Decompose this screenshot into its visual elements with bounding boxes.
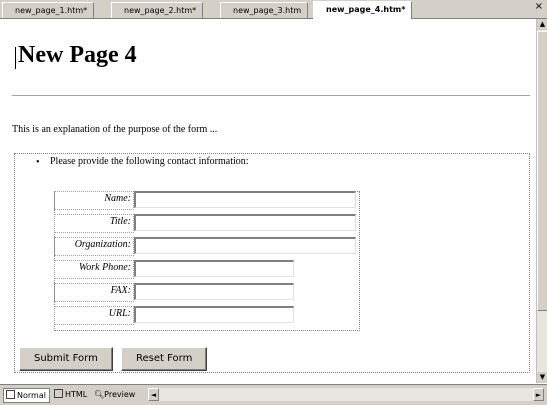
magnifier-icon: 🔍︎ — [94, 390, 105, 399]
url-input[interactable] — [134, 306, 294, 323]
scroll-thumb[interactable] — [537, 31, 547, 311]
view-tab-preview[interactable]: 🔍︎Preview — [92, 388, 138, 401]
html-view-icon — [54, 389, 63, 398]
field-row-work-phone: Work Phone: — [54, 260, 358, 279]
field-row-url: URL: — [54, 306, 358, 325]
field-label-work-phone: Work Phone: — [78, 262, 131, 273]
form-prompt: Please provide the following contact inf… — [50, 156, 249, 167]
tab-new-page-2[interactable]: new_page_2.htm* — [111, 2, 204, 18]
form-explanation-text: This is an explanation of the purpose of… — [12, 124, 218, 135]
field-label-title: Title: — [109, 216, 131, 227]
scroll-right-icon[interactable]: ► — [533, 388, 544, 401]
field-label-name: Name: — [104, 193, 131, 204]
document-tab-strip: new_page_1.htm* new_page_2.htm* new_page… — [0, 0, 547, 20]
horizontal-scrollbar[interactable]: ◄ ► — [148, 388, 544, 401]
page-title: New Page 4 — [18, 42, 137, 68]
tab-new-page-4[interactable]: new_page_4.htm* — [313, 1, 413, 20]
tab-new-page-1[interactable]: new_page_1.htm* — [2, 2, 95, 18]
view-tab-normal[interactable]: Normal — [3, 388, 50, 403]
reset-form-button[interactable]: Reset Form — [121, 347, 208, 371]
field-row-title: Title: — [54, 214, 358, 233]
normal-view-icon — [6, 390, 15, 399]
tab-label: new_page_4.htm* — [326, 5, 406, 14]
horizontal-rule — [12, 95, 530, 97]
field-row-fax: FAX: — [54, 283, 358, 302]
tab-new-page-3[interactable]: new_page_3.htm — [220, 2, 309, 18]
view-tab-label: Normal — [17, 391, 46, 400]
tab-label: new_page_2.htm* — [124, 6, 197, 15]
work-phone-input[interactable] — [134, 260, 294, 277]
field-row-name: Name: — [54, 191, 358, 210]
tab-label: new_page_1.htm* — [15, 6, 88, 15]
tab-label: new_page_3.htm — [233, 6, 302, 15]
view-tab-label: HTML — [65, 390, 88, 399]
submit-form-button[interactable]: Submit Form — [19, 347, 113, 371]
scroll-left-icon[interactable]: ◄ — [148, 388, 159, 401]
view-tab-html[interactable]: HTML — [52, 388, 90, 401]
bullet-icon: • — [36, 157, 40, 168]
fax-input[interactable] — [134, 283, 294, 300]
field-label-organization: Organization: — [74, 239, 131, 250]
close-icon[interactable]: × — [535, 1, 543, 12]
name-input[interactable] — [134, 191, 356, 208]
field-label-fax: FAX: — [110, 285, 131, 296]
view-mode-bar: Normal HTML 🔍︎Preview ◄ ► — [0, 384, 547, 405]
text-caret — [15, 47, 16, 69]
field-label-url: URL: — [108, 308, 131, 319]
scroll-up-icon[interactable]: ▲ — [537, 19, 547, 30]
editor-page[interactable]: New Page 4 This is an explanation of the… — [0, 19, 536, 383]
vertical-scrollbar[interactable]: ▲ ▼ — [536, 19, 547, 383]
field-row-organization: Organization: — [54, 237, 358, 256]
scroll-down-icon[interactable]: ▼ — [537, 372, 547, 383]
organization-input[interactable] — [134, 237, 356, 254]
title-input[interactable] — [134, 214, 356, 231]
view-tab-label: Preview — [104, 390, 136, 399]
